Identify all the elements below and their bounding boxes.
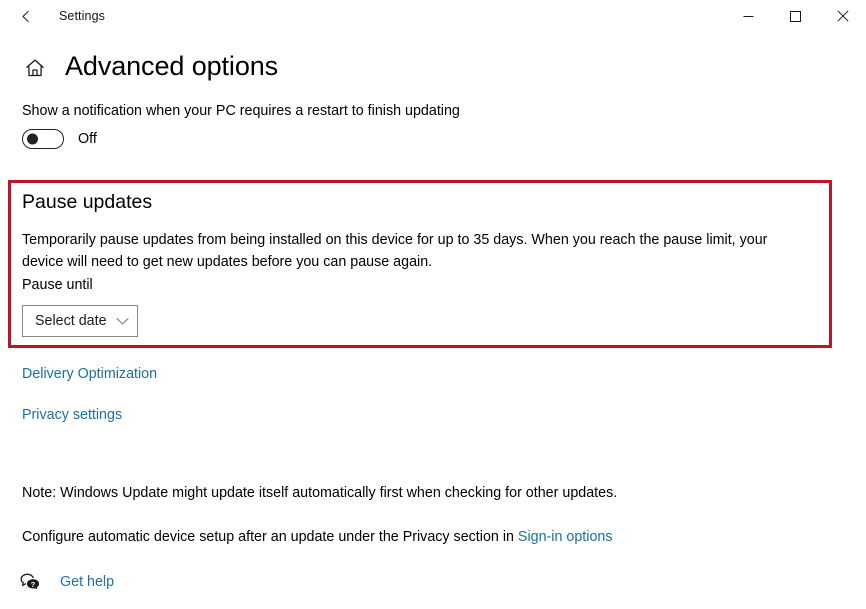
close-icon [836, 10, 849, 22]
link-delivery-optimization[interactable]: Delivery Optimization [22, 366, 157, 382]
help-chat-icon-wrap: ? [18, 570, 42, 594]
toggle-state-label: Off [78, 131, 97, 147]
maximize-button[interactable] [772, 0, 819, 32]
back-arrow-icon [21, 10, 29, 22]
page-header: Advanced options [22, 47, 278, 85]
home-button[interactable] [22, 55, 48, 81]
pause-updates-description: Temporarily pause updates from being ins… [22, 232, 768, 270]
minimize-button[interactable] [725, 0, 772, 32]
pause-until-label: Pause until [22, 277, 93, 293]
window-title-bar: Settings [0, 0, 866, 32]
pause-until-dropdown[interactable]: Select date [22, 305, 138, 337]
window-title: Settings [59, 9, 105, 23]
note-windows-update: Note: Windows Update might update itself… [22, 485, 618, 501]
get-help-label: Get help [60, 574, 115, 590]
close-button[interactable] [819, 0, 866, 32]
chevron-down-icon [116, 317, 129, 325]
toggle-knob [26, 133, 38, 145]
page-title: Advanced options [65, 51, 279, 81]
home-icon [26, 59, 44, 77]
note-device-setup: Configure automatic device setup after a… [22, 527, 613, 547]
link-privacy-settings[interactable]: Privacy settings [22, 407, 122, 423]
back-button[interactable] [4, 0, 48, 32]
notification-toggle-row: Off [22, 129, 97, 149]
pause-until-dropdown-value: Select date [35, 313, 107, 329]
get-help-row[interactable]: ? Get help [18, 570, 114, 594]
note-device-setup-text: Configure automatic device setup after a… [22, 529, 518, 545]
maximize-icon [790, 10, 801, 22]
notification-toggle[interactable] [22, 129, 64, 149]
link-sign-in-options[interactable]: Sign-in options [518, 529, 613, 545]
window-controls [725, 0, 866, 32]
minimize-icon [743, 15, 754, 17]
pause-updates-section-title: Pause updates [22, 191, 153, 213]
notification-description: Show a notification when your PC require… [22, 103, 460, 119]
help-chat-icon: ? [20, 573, 40, 591]
svg-text:?: ? [30, 580, 35, 589]
